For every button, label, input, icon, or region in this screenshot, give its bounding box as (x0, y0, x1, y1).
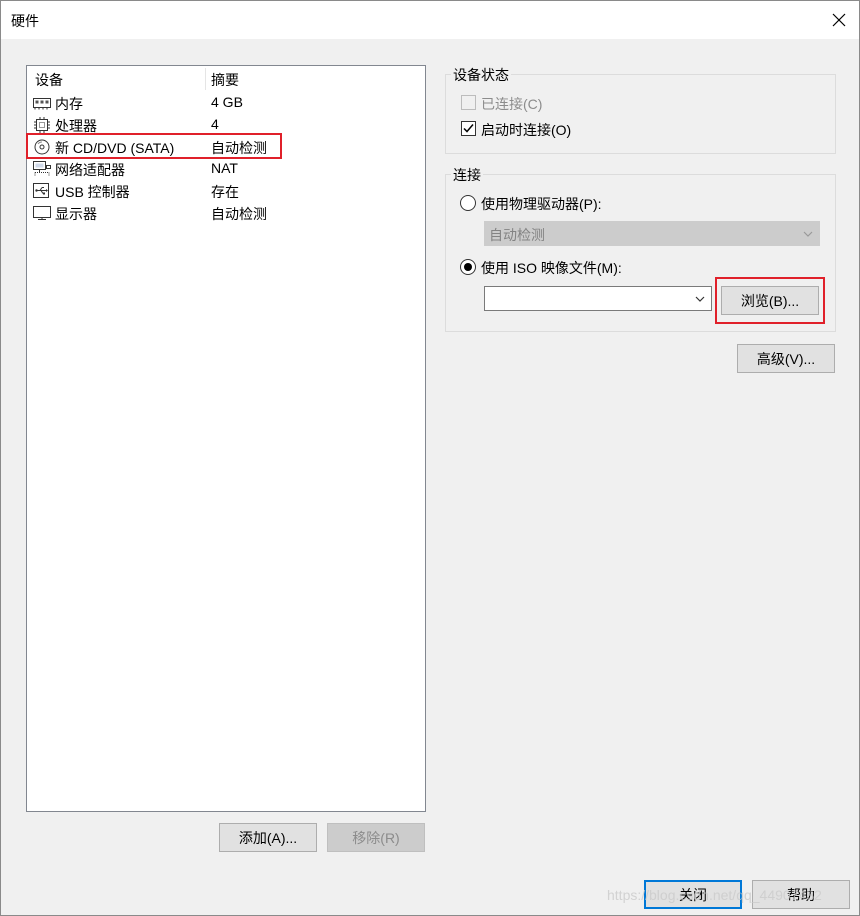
device-summary: 4 (211, 116, 219, 132)
physical-drive-value: 自动检测 (489, 227, 545, 243)
connected-checkbox-label: 已连接(C) (481, 96, 543, 112)
processor-icon (33, 117, 51, 133)
iso-image-label: 使用 ISO 映像文件(M): (481, 260, 622, 276)
physical-drive-select[interactable]: 自动检测 (484, 221, 820, 246)
device-name: 网络适配器 (55, 162, 125, 178)
column-header-device[interactable]: 设备 (35, 70, 63, 90)
usb-controller-icon (33, 183, 51, 199)
advanced-button[interactable]: 高级(V)... (737, 344, 835, 373)
device-name: 内存 (55, 96, 83, 112)
window-title: 硬件 (11, 13, 39, 29)
column-header-summary[interactable]: 摘要 (211, 70, 239, 90)
iso-path-input[interactable] (484, 286, 712, 311)
device-status-label: 设备状态 (451, 65, 511, 85)
iso-image-radio[interactable] (460, 259, 476, 275)
device-name: USB 控制器 (55, 184, 130, 200)
chevron-down-icon (803, 231, 813, 237)
device-row-network-adapter[interactable]: 网络适配器 NAT (27, 158, 425, 180)
column-separator[interactable] (205, 68, 206, 90)
device-status-group (445, 74, 836, 154)
highlight-box-browse (715, 277, 825, 324)
device-summary: 自动检测 (211, 206, 267, 222)
device-row-memory[interactable]: 内存 4 GB (27, 92, 425, 114)
connect-on-start-checkbox[interactable] (461, 121, 476, 136)
device-name: 显示器 (55, 206, 97, 222)
device-list[interactable]: 设备 摘要 内存 4 GB 处理器 4 新 CD/DVD (SATA) 自动检测… (26, 65, 426, 812)
hardware-dialog: 硬件 设备 摘要 内存 4 GB 处理器 4 新 CD/DVD (SATA) 自… (0, 0, 860, 916)
device-row-display[interactable]: 显示器 自动检测 (27, 202, 425, 224)
checkmark-icon (463, 124, 474, 133)
add-button[interactable]: 添加(A)... (219, 823, 317, 852)
physical-drive-radio[interactable] (460, 195, 476, 211)
highlight-box-cd-dvd (26, 133, 282, 159)
connected-checkbox[interactable] (461, 95, 476, 110)
remove-button[interactable]: 移除(R) (327, 823, 425, 852)
device-summary: 存在 (211, 184, 239, 200)
connect-on-start-label: 启动时连接(O) (481, 122, 572, 138)
list-header: 设备 摘要 (27, 66, 425, 90)
close-icon[interactable] (827, 8, 851, 32)
device-summary: 4 GB (211, 94, 243, 110)
physical-drive-label: 使用物理驱动器(P): (481, 196, 602, 212)
watermark-text: https://blog.csdn.net/qq_44907482 (607, 887, 822, 903)
device-summary: NAT (211, 160, 238, 176)
memory-icon (33, 95, 51, 111)
device-row-usb-controller[interactable]: USB 控制器 存在 (27, 180, 425, 202)
chevron-down-icon[interactable] (695, 295, 705, 303)
connection-label: 连接 (451, 165, 483, 185)
title-bar: 硬件 (1, 1, 859, 39)
network-adapter-icon (33, 161, 51, 177)
display-icon (33, 205, 51, 221)
